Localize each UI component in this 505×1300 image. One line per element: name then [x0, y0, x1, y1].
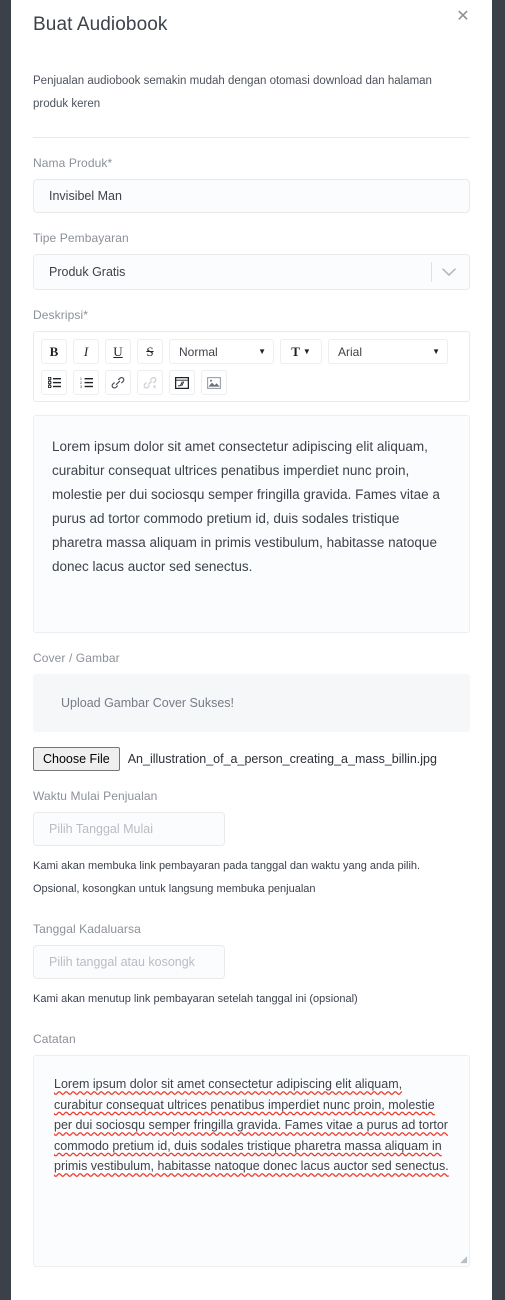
note-text: Lorem ipsum dolor sit amet consectetur a… [54, 1077, 449, 1173]
page-title: Buat Audiobook [33, 14, 168, 35]
note-label: Catatan [33, 1032, 76, 1046]
description-editor[interactable]: Lorem ipsum dolor sit amet consectetur a… [33, 415, 470, 633]
select-separator [431, 262, 432, 282]
rich-text-toolbar: B I U S Normal ▼ T ▼ Arial ▼ 1 2 3 [33, 331, 470, 402]
product-name-input[interactable] [33, 179, 470, 213]
text-color-button[interactable]: T ▼ [280, 339, 322, 364]
header-divider [33, 137, 470, 138]
start-date-helper-line-1: Kami akan membuka link pembayaran pada t… [33, 860, 421, 872]
strikethrough-button[interactable]: S [137, 339, 163, 364]
create-audiobook-modal: Buat Audiobook ✕ Penjualan audiobook sem… [11, 0, 492, 1300]
note-textarea[interactable]: Lorem ipsum dolor sit amet consectetur a… [33, 1055, 470, 1267]
field-description: Deskripsi* B I U S Normal ▼ T ▼ Arial ▼ [11, 308, 492, 633]
field-cover-image: Cover / Gambar Upload Gambar Cover Sukse… [11, 651, 492, 771]
link-icon[interactable] [105, 370, 131, 395]
expiry-date-helper-line-1: Kami akan menutup link pembayaran setela… [33, 993, 358, 1005]
image-icon[interactable] [201, 370, 227, 395]
file-input-row: Choose File An_illustration_of_a_person_… [33, 747, 470, 771]
payment-type-label: Tipe Pembayaran [33, 231, 129, 245]
upload-status-banner: Upload Gambar Cover Sukses! [33, 674, 470, 732]
font-family-value: Arial [338, 344, 363, 359]
text-color-glyph: T [291, 343, 300, 359]
svg-text:3: 3 [80, 385, 82, 388]
caret-down-icon: ▼ [258, 347, 266, 356]
selected-file-name: An_illustration_of_a_person_creating_a_m… [127, 752, 437, 766]
product-name-label: Nama Produk* [33, 156, 113, 170]
payment-type-value[interactable]: Produk Gratis [33, 254, 470, 290]
modal-header: Buat Audiobook ✕ [11, 0, 492, 36]
chevron-down-icon[interactable] [440, 254, 458, 290]
modal-intro-text: Penjualan audiobook semakin mudah dengan… [33, 75, 432, 110]
description-text: Lorem ipsum dolor sit amet consectetur a… [52, 439, 440, 574]
font-size-value: Normal [179, 344, 218, 359]
underline-button[interactable]: U [105, 339, 131, 364]
field-note: Catatan Lorem ipsum dolor sit amet conse… [11, 1032, 492, 1267]
choose-file-button[interactable]: Choose File [33, 747, 120, 771]
start-date-helper-line-2: Opsional, kosongkan untuk langsung membu… [33, 883, 316, 895]
code-block-icon[interactable] [169, 370, 195, 395]
resize-handle-icon[interactable]: ◢ [457, 1254, 467, 1264]
start-date-input[interactable] [33, 812, 225, 846]
field-start-date: Waktu Mulai Penjualan Kami akan membuka … [11, 789, 492, 901]
bullet-list-icon[interactable] [41, 370, 67, 395]
description-label: Deskripsi* [33, 308, 89, 322]
bold-button[interactable]: B [41, 339, 67, 364]
caret-down-icon: ▼ [302, 347, 311, 356]
font-size-dropdown[interactable]: Normal ▼ [169, 339, 274, 364]
expiry-date-helper: Kami akan menutup link pembayaran setela… [33, 988, 470, 1011]
upload-status-text: Upload Gambar Cover Sukses! [61, 696, 234, 710]
italic-button[interactable]: I [73, 339, 99, 364]
close-icon[interactable]: ✕ [452, 6, 474, 28]
start-date-label: Waktu Mulai Penjualan [33, 789, 158, 803]
payment-type-select[interactable]: Produk Gratis [33, 254, 470, 290]
toolbar-row-2: 1 2 3 [41, 370, 462, 395]
unlink-icon[interactable] [137, 370, 163, 395]
expiry-date-input[interactable] [33, 945, 225, 979]
field-product-name: Nama Produk* [11, 156, 492, 213]
start-date-helper: Kami akan membuka link pembayaran pada t… [33, 855, 470, 901]
font-family-dropdown[interactable]: Arial ▼ [328, 339, 448, 364]
field-expiry-date: Tanggal Kadaluarsa Kami akan menutup lin… [11, 922, 492, 1011]
toolbar-row-1: B I U S Normal ▼ T ▼ Arial ▼ [41, 339, 462, 364]
field-payment-type: Tipe Pembayaran Produk Gratis [11, 231, 492, 290]
expiry-date-label: Tanggal Kadaluarsa [33, 922, 141, 936]
ordered-list-icon[interactable]: 1 2 3 [73, 370, 99, 395]
cover-label: Cover / Gambar [33, 651, 120, 665]
caret-down-icon: ▼ [432, 347, 440, 356]
